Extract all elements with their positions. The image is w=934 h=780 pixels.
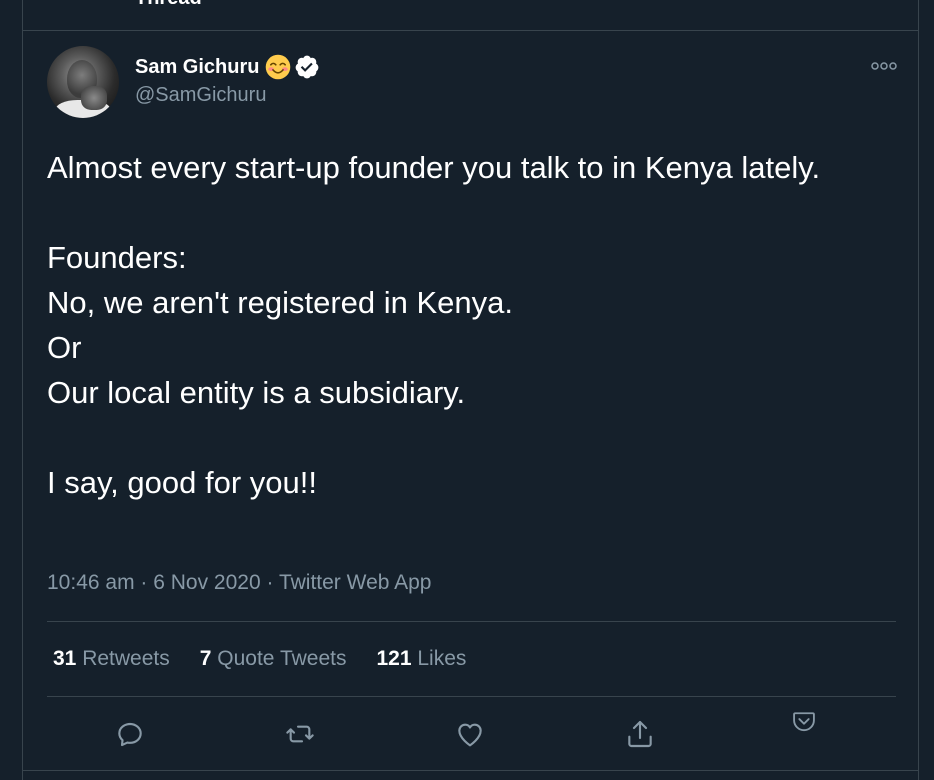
verified-badge-icon bbox=[296, 55, 319, 79]
bottom-divider bbox=[23, 770, 918, 771]
meta-separator: · bbox=[260, 571, 279, 594]
retweet-icon bbox=[286, 725, 314, 743]
tweet-text: Almost every start-up founder you talk t… bbox=[47, 150, 821, 500]
stats-divider-top bbox=[47, 621, 896, 622]
top-divider bbox=[23, 30, 918, 31]
tweet-time[interactable]: 10:46 am bbox=[47, 571, 135, 594]
heart-icon bbox=[458, 723, 482, 747]
like-button[interactable] bbox=[454, 718, 486, 750]
tweet-page: Thread Sam Gichuru @SamGichuru bbox=[0, 0, 934, 780]
timeline-column: Thread Sam Gichuru @SamGichuru bbox=[22, 0, 919, 780]
previous-header: Thread bbox=[135, 0, 202, 10]
more-options-icon[interactable] bbox=[869, 56, 899, 76]
quote-tweets-count: 7 bbox=[199, 647, 212, 670]
author-display-name[interactable]: Sam Gichuru bbox=[135, 56, 259, 79]
tweet-source[interactable]: Twitter Web App bbox=[279, 571, 432, 594]
reply-button[interactable] bbox=[114, 718, 146, 750]
tweet-date[interactable]: 6 Nov 2020 bbox=[153, 571, 260, 594]
tweet-meta: 10:46 am · 6 Nov 2020 · Twitter Web App bbox=[47, 571, 431, 595]
retweet-button[interactable] bbox=[284, 718, 316, 750]
share-icon bbox=[628, 720, 652, 748]
retweets-label: Retweets bbox=[82, 647, 170, 670]
likes-stat[interactable]: 121 Likes bbox=[376, 647, 466, 671]
likes-label: Likes bbox=[417, 647, 467, 670]
retweets-stat[interactable]: 31 Retweets bbox=[53, 647, 170, 671]
author-handle[interactable]: @SamGichuru bbox=[135, 84, 266, 107]
stats-divider-bottom bbox=[47, 696, 896, 697]
quote-tweets-stat[interactable]: 7 Quote Tweets bbox=[200, 647, 347, 671]
pocket-button[interactable] bbox=[790, 708, 818, 736]
pocket-icon bbox=[793, 712, 815, 732]
avatar[interactable] bbox=[47, 46, 119, 118]
meta-separator: · bbox=[134, 571, 154, 594]
smiling-face-emoji-icon bbox=[266, 54, 291, 80]
reply-icon bbox=[118, 722, 142, 747]
retweets-count: 31 bbox=[53, 647, 77, 670]
tweet-stats: 31 Retweets 7 Quote Tweets 121 Likes bbox=[53, 647, 496, 671]
author-name-row[interactable]: Sam Gichuru bbox=[135, 54, 320, 80]
share-button[interactable] bbox=[624, 718, 656, 750]
likes-count: 121 bbox=[376, 647, 412, 670]
quote-tweets-label: Quote Tweets bbox=[217, 647, 347, 670]
